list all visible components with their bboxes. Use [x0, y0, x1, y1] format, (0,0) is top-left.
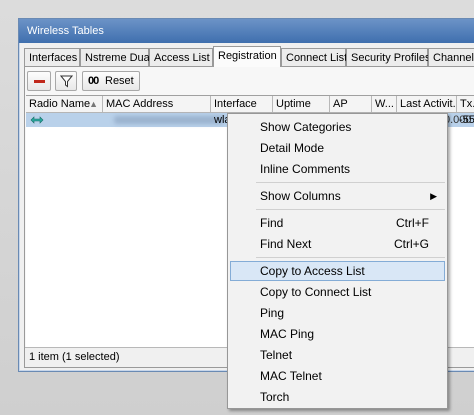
menu-find-next[interactable]: Find Next Ctrl+G [230, 234, 445, 254]
table-header: Radio Name ▲ MAC Address Interface Uptim… [26, 96, 474, 113]
funnel-icon [60, 75, 73, 88]
col-label: Radio Name [29, 98, 91, 110]
menu-find[interactable]: Find Ctrl+F [230, 213, 445, 233]
menu-label: MAC Telnet [260, 369, 322, 383]
col-uptime[interactable]: Uptime [273, 96, 330, 112]
menu-label: MAC Ping [260, 327, 315, 341]
menu-shortcut: Ctrl+G [393, 237, 429, 251]
menu-inline-comments[interactable]: Inline Comments [230, 159, 445, 179]
row-tx: -55 [459, 114, 474, 126]
menu-torch[interactable]: Torch [230, 387, 445, 407]
tab-bar: Interfaces Nstreme Dual Access List Regi… [24, 46, 474, 67]
mac-address-redacted [114, 116, 224, 124]
menu-label: Copy to Access List [260, 264, 365, 278]
menu-separator [256, 209, 445, 210]
menu-mac-ping[interactable]: MAC Ping [230, 324, 445, 344]
tab-interfaces[interactable]: Interfaces [24, 48, 80, 66]
toolbar: 00 Reset [25, 67, 474, 95]
menu-label: Find Next [260, 237, 312, 251]
menu-mac-telnet[interactable]: MAC Telnet [230, 366, 445, 386]
col-tx[interactable]: Tx... [457, 96, 474, 112]
submenu-arrow-icon: ▶ [430, 191, 437, 201]
tab-connect-list[interactable]: Connect List [281, 48, 347, 66]
minus-icon [34, 80, 45, 83]
col-interface[interactable]: Interface [211, 96, 273, 112]
tab-channels[interactable]: Channels [428, 48, 474, 66]
menu-label: Copy to Connect List [260, 285, 372, 299]
remove-button[interactable] [27, 71, 51, 91]
menu-copy-to-access-list[interactable]: Copy to Access List [230, 261, 445, 281]
menu-ping[interactable]: Ping [230, 303, 445, 323]
menu-label: Telnet [260, 348, 293, 362]
reset-button[interactable]: 00 Reset [82, 71, 140, 91]
status-text: 1 item (1 selected) [29, 351, 120, 363]
menu-label: Torch [260, 390, 290, 404]
tab-access-list[interactable]: Access List [149, 48, 213, 66]
menu-show-columns[interactable]: Show Columns ▶ [230, 186, 445, 206]
wireless-client-icon [30, 116, 44, 124]
context-menu: Show Categories Detail Mode Inline Comme… [227, 113, 448, 409]
window-title: Wireless Tables [27, 25, 104, 37]
menu-label: Show Categories [260, 120, 352, 134]
col-radio-name[interactable]: Radio Name ▲ [26, 96, 103, 112]
menu-label: Detail Mode [260, 141, 325, 155]
menu-separator [256, 182, 445, 183]
col-mac-address[interactable]: MAC Address [103, 96, 211, 112]
menu-label: Inline Comments [260, 162, 351, 176]
sort-arrow-icon: ▲ [89, 99, 98, 109]
col-ap[interactable]: AP [330, 96, 372, 112]
menu-telnet[interactable]: Telnet [230, 345, 445, 365]
tab-registration[interactable]: Registration [213, 46, 281, 67]
menu-copy-to-connect-list[interactable]: Copy to Connect List [230, 282, 445, 302]
tab-security-profiles[interactable]: Security Profiles [346, 48, 430, 66]
reset-counter-icon: 00 [88, 75, 99, 87]
menu-show-categories[interactable]: Show Categories [230, 117, 445, 137]
window-titlebar[interactable]: Wireless Tables [19, 19, 474, 43]
tab-nstreme-dual[interactable]: Nstreme Dual [80, 48, 152, 66]
menu-shortcut: Ctrl+F [396, 216, 429, 230]
col-w[interactable]: W... [372, 96, 397, 112]
menu-label: Show Columns [260, 189, 341, 203]
reset-label: Reset [105, 75, 134, 87]
menu-separator [256, 257, 445, 258]
menu-label: Find [260, 216, 284, 230]
filter-button[interactable] [55, 71, 77, 91]
menu-detail-mode[interactable]: Detail Mode [230, 138, 445, 158]
menu-label: Ping [260, 306, 285, 320]
col-last-activity[interactable]: Last Activit... [397, 96, 457, 112]
